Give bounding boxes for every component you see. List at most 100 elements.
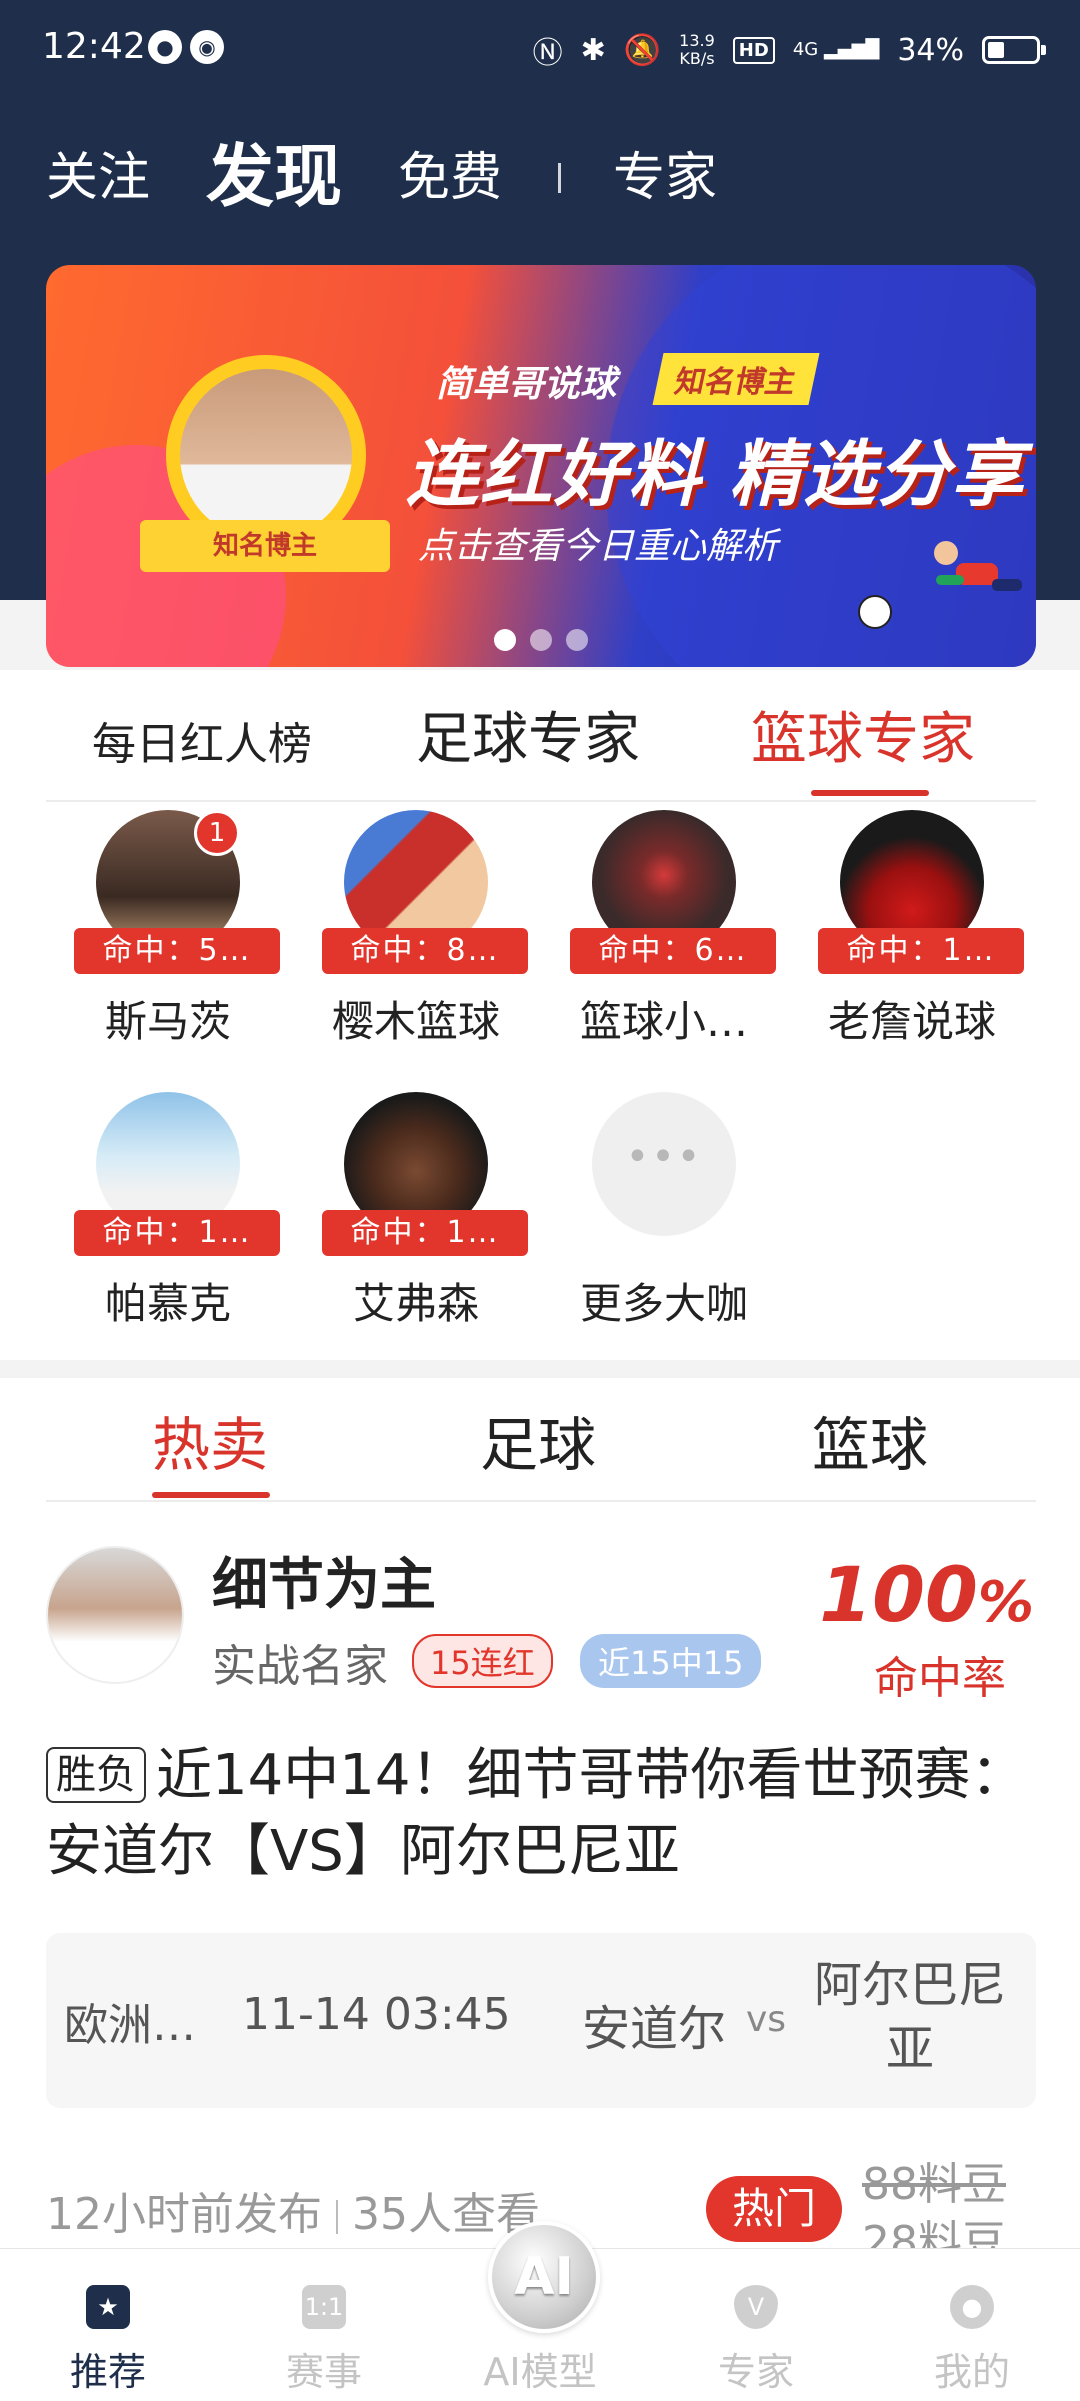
author-title: 实战名家 bbox=[212, 1641, 388, 1692]
home-team: 安道尔 bbox=[582, 2001, 727, 2057]
mute-icon: 🔕 bbox=[623, 32, 662, 68]
status-bar: 12:42 ● ◉ Ⓝ ✱ 🔕 13.9 KB/s HD 4G ▂▄▆█ 34% bbox=[0, 0, 1080, 100]
more-experts-button[interactable]: ••• 更多大咖 bbox=[540, 1092, 788, 1352]
battery-icon bbox=[982, 36, 1046, 64]
ai-icon: AI bbox=[488, 2221, 600, 2333]
post-title-text: 近14中14！细节哥带你看世预赛：安道尔【VS】阿尔巴尼亚 bbox=[46, 1743, 1027, 1884]
hit-rate-badge: 命中：6… bbox=[570, 928, 776, 974]
expert-name: 斯马茨 bbox=[104, 997, 231, 1046]
expert-item[interactable]: 命中：1… 帕慕克 bbox=[44, 1092, 292, 1352]
tab-ai-model[interactable]: AI AI模型 bbox=[432, 2221, 648, 2401]
user-icon: ● bbox=[950, 2285, 994, 2329]
tab-label: 推荐 bbox=[69, 2350, 146, 2394]
hit-rate-badge: 命中：1… bbox=[322, 1210, 528, 1256]
content-tabs: 热卖 足球 篮球 bbox=[46, 1378, 1036, 1502]
match-card[interactable]: 欧洲… 11-14 03:45 安道尔 vs 阿尔巴尼亚 bbox=[46, 1933, 1036, 2108]
streak-tag: 15连红 bbox=[412, 1634, 553, 1688]
signal-icon: 4G ▂▄▆█ bbox=[792, 39, 880, 60]
nav-follow[interactable]: 关注 bbox=[46, 138, 150, 218]
tab-basketball[interactable]: 篮球 bbox=[812, 1398, 928, 1482]
hot-badge: 热门 bbox=[706, 2176, 842, 2242]
match-time: 11-14 03:45 bbox=[242, 1989, 511, 2040]
tab-indicator bbox=[152, 1492, 270, 1498]
tab-label: AI模型 bbox=[483, 2350, 597, 2394]
clock: 12:42 bbox=[42, 26, 146, 67]
soccer-player-illustration bbox=[934, 541, 1022, 591]
content-section: 热卖 足球 篮球 细节为主 实战名家 15连红 近15中15 100% 命中率 … bbox=[0, 1378, 1080, 2268]
pagination-dot[interactable] bbox=[494, 629, 516, 651]
nav-expert[interactable]: 专家 bbox=[613, 138, 717, 218]
hit-rate-badge: 命中：1… bbox=[818, 928, 1024, 974]
publish-time: 12小时前发布 bbox=[46, 2189, 322, 2240]
expert-name: 艾弗森 bbox=[352, 1279, 479, 1328]
vs-label: vs bbox=[746, 1999, 787, 2040]
hit-rate-label: 命中率 bbox=[874, 1653, 1006, 1704]
tab-mine[interactable]: ● 我的 bbox=[864, 2249, 1080, 2401]
banner-subtitle: 简单哥说球 bbox=[436, 364, 617, 405]
expert-item[interactable]: 命中：6… 篮球小… bbox=[540, 810, 788, 1070]
hit-rate: 100% bbox=[819, 1550, 1034, 1639]
bottom-tab-bar: ★ 推荐 1:1 赛事 AI AI模型 V 专家 ● 我的 bbox=[0, 2221, 1080, 2401]
expert-name: 帕慕克 bbox=[104, 1279, 231, 1328]
expert-item[interactable]: 1 命中：5… 斯马茨 bbox=[44, 810, 292, 1070]
pagination-dot[interactable] bbox=[566, 629, 588, 651]
banner-pagination bbox=[46, 629, 1036, 651]
nav-divider bbox=[558, 163, 562, 193]
tab-recommend[interactable]: ★ 推荐 bbox=[0, 2249, 216, 2401]
expert-item[interactable]: 命中：1… 老詹说球 bbox=[788, 810, 1036, 1070]
tab-matches[interactable]: 1:1 赛事 bbox=[216, 2249, 432, 2401]
tab-label: 我的 bbox=[933, 2350, 1010, 2394]
tab-hot[interactable]: 热卖 bbox=[152, 1398, 268, 1482]
expert-item[interactable]: 命中：8… 樱木篮球 bbox=[292, 810, 540, 1070]
calendar-icon: 1:1 bbox=[302, 2285, 346, 2329]
tab-label: 专家 bbox=[717, 2350, 794, 2394]
meta-divider bbox=[336, 2200, 338, 2234]
post-meta: 12小时前发布 35人查看 bbox=[46, 2178, 540, 2242]
nfc-icon: Ⓝ bbox=[532, 36, 563, 71]
notification-badge: 1 bbox=[194, 810, 240, 856]
expert-section: 每日红人榜 足球专家 篮球专家 1 命中：5… 斯马茨 命中：8… 樱木篮球 命… bbox=[0, 670, 1080, 1360]
banner-description: 点击查看今日重心解析 bbox=[418, 526, 779, 567]
shield-v-icon: V bbox=[734, 2285, 778, 2329]
result-type-tag: 胜负 bbox=[46, 1746, 146, 1803]
tab-label: 赛事 bbox=[285, 2350, 362, 2394]
tab-football-experts[interactable]: 足球专家 bbox=[416, 694, 640, 775]
hit-rate-badge: 命中：8… bbox=[322, 928, 528, 974]
original-price: 88料豆 bbox=[862, 2159, 1006, 2210]
record-tag: 近15中15 bbox=[580, 1634, 762, 1688]
tab-daily-ranking[interactable]: 每日红人榜 bbox=[92, 708, 312, 772]
author-avatar[interactable] bbox=[46, 1546, 184, 1684]
tab-basketball-experts[interactable]: 篮球专家 bbox=[751, 694, 975, 775]
away-team: 阿尔巴尼亚 bbox=[813, 1957, 1006, 2077]
hit-rate-badge: 命中：5… bbox=[74, 928, 280, 974]
expert-item[interactable]: 命中：1… 艾弗森 bbox=[292, 1092, 540, 1352]
expert-name: 篮球小… bbox=[579, 997, 748, 1046]
banner-headline: 连红好料 精选分享 bbox=[406, 432, 1026, 516]
expert-name: 老詹说球 bbox=[827, 997, 996, 1046]
post-title[interactable]: 胜负 近14中14！细节哥带你看世预赛：安道尔【VS】阿尔巴尼亚 bbox=[46, 1738, 1036, 1890]
banner-avatar-badge: 知名博主 bbox=[140, 520, 390, 572]
wechat-icon: ● bbox=[148, 30, 182, 64]
nav-free[interactable]: 免费 bbox=[398, 138, 502, 218]
more-icon: ••• bbox=[592, 1092, 736, 1236]
pagination-dot[interactable] bbox=[530, 629, 552, 651]
soccer-ball-icon bbox=[858, 595, 892, 629]
star-icon: ★ bbox=[86, 2285, 130, 2329]
top-nav: 关注 发现 免费 专家 bbox=[46, 138, 773, 218]
app-notification-icon: ◉ bbox=[190, 30, 224, 64]
network-speed: 13.9 KB/s bbox=[679, 31, 715, 68]
promo-banner[interactable]: 知名博主 简单哥说球 知名博主 连红好料 精选分享 点击查看今日重心解析 bbox=[46, 265, 1036, 667]
tab-football[interactable]: 足球 bbox=[480, 1398, 596, 1482]
tab-indicator bbox=[811, 790, 929, 796]
expert-name: 樱木篮球 bbox=[331, 997, 500, 1046]
hit-rate-badge: 命中：1… bbox=[74, 1210, 280, 1256]
expert-name: 更多大咖 bbox=[579, 1279, 748, 1328]
nav-discover[interactable]: 发现 bbox=[206, 138, 342, 218]
hd-icon: HD bbox=[732, 36, 775, 64]
expert-tabs: 每日红人榜 足球专家 篮球专家 bbox=[46, 680, 1036, 802]
banner-tag: 知名博主 bbox=[652, 353, 820, 405]
author-name[interactable]: 细节为主 bbox=[212, 1540, 436, 1621]
tab-experts[interactable]: V 专家 bbox=[648, 2249, 864, 2401]
battery-text: 34% bbox=[897, 32, 964, 68]
bluetooth-icon: ✱ bbox=[580, 32, 606, 68]
